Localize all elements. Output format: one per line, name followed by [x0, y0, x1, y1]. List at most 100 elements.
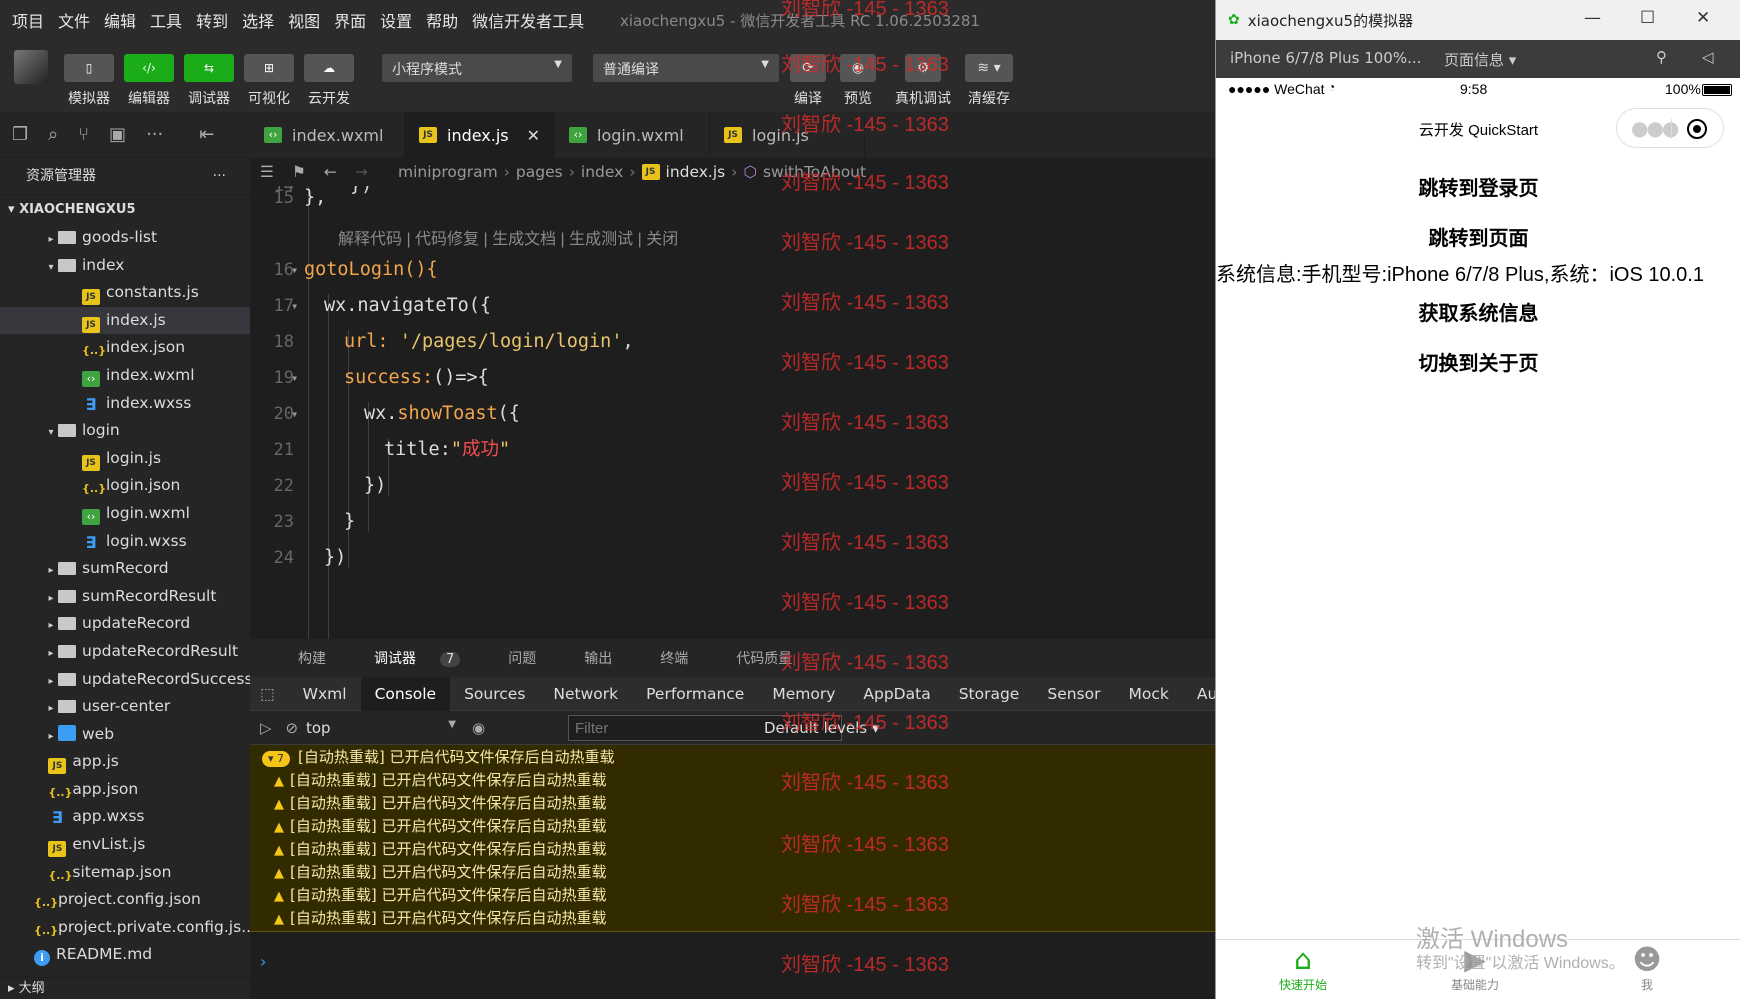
refresh-button[interactable]: ⟳: [790, 54, 826, 82]
devtools-tab-memory[interactable]: Memory: [758, 677, 849, 711]
tab-login-wxml[interactable]: ‹› login.wxml: [555, 112, 710, 158]
devtools-tab-sources[interactable]: Sources: [450, 677, 539, 711]
page-button[interactable]: 切换到关于页: [1216, 347, 1740, 376]
tree-file[interactable]: JS app.js: [0, 748, 250, 776]
console-prompt[interactable]: ›: [260, 952, 266, 971]
console-warning-row[interactable]: ▲ [自动热重载] 已开启代码文件保存后自动热重载: [250, 791, 1215, 817]
menu-item[interactable]: 选择: [242, 8, 274, 32]
tree-file[interactable]: {..}app.json: [0, 776, 250, 804]
tree-folder[interactable]: ▸ sumRecordResult: [0, 583, 250, 611]
menu-item[interactable]: 项目: [12, 8, 44, 32]
collapse-panel-icon[interactable]: ⇤: [199, 124, 214, 145]
pin-icon[interactable]: ⚲: [1656, 48, 1667, 66]
minimize-icon[interactable]: —: [1584, 8, 1601, 28]
chevron-down-icon[interactable]: ▾: [291, 286, 298, 326]
tree-file[interactable]: JS constants.js: [0, 279, 250, 307]
eye-button[interactable]: ◉: [840, 54, 876, 82]
console-warning-row[interactable]: ▲ [自动热重载] 已开启代码文件保存后自动热重载: [250, 837, 1215, 863]
tree-file[interactable]: ∃ index.wxss: [0, 390, 250, 418]
search-icon[interactable]: ⌕: [48, 124, 58, 145]
console-warning-row[interactable]: ▲ [自动热重载] 已开启代码文件保存后自动热重载: [250, 768, 1215, 794]
tree-folder[interactable]: ▸ goods-list: [0, 224, 250, 252]
panel-tab[interactable]: 终端: [636, 648, 688, 668]
devtools-tab-storage[interactable]: Storage: [945, 677, 1034, 711]
menu-item[interactable]: 编辑: [104, 8, 136, 32]
page-button[interactable]: 跳转到页面: [1216, 222, 1740, 251]
debug-toggle-button[interactable]: ⇆: [184, 54, 234, 82]
menu-item[interactable]: 设置: [380, 8, 412, 32]
tree-file[interactable]: JS login.js: [0, 445, 250, 473]
console-warning-row[interactable]: ▲ [自动热重载] 已开启代码文件保存后自动热重载: [250, 883, 1215, 909]
phone-toggle-button[interactable]: ▯: [64, 54, 114, 82]
close-icon[interactable]: ✕: [1696, 8, 1710, 28]
tab-bar-item[interactable]: ⌂ 快速开始: [1253, 944, 1353, 993]
tree-file[interactable]: JS index.js: [0, 306, 250, 335]
code-editor[interactable]: 14})15},16▾gotoLogin(){17▾wx.navigateTo(…: [250, 186, 1215, 639]
devtools-tab-console[interactable]: Console: [360, 676, 451, 711]
breadcrumb-item[interactable]: index: [581, 163, 623, 181]
outline-section[interactable]: ▸ 大纲: [0, 977, 250, 999]
menu-item[interactable]: 微信开发者工具: [472, 8, 584, 32]
page-info-select[interactable]: 页面信息 ▾: [1444, 49, 1516, 70]
tree-file[interactable]: {..}project.private.config.js...: [0, 914, 256, 942]
tab-index-wxml[interactable]: ‹› index.wxml: [250, 112, 405, 158]
maximize-icon[interactable]: ☐: [1640, 8, 1655, 28]
menu-item[interactable]: 工具: [150, 8, 182, 32]
tree-folder[interactable]: ▸ sumRecord: [0, 555, 250, 583]
tree-file[interactable]: JS envList.js: [0, 831, 250, 859]
volume-icon[interactable]: ◁: [1702, 48, 1714, 66]
panel-tab[interactable]: 输出: [560, 648, 612, 668]
panel-tab[interactable]: 构建: [274, 648, 326, 668]
project-root[interactable]: ▾ XIAOCHENGXU5: [0, 194, 250, 224]
device-select[interactable]: iPhone 6/7/8 Plus 100%...: [1230, 49, 1421, 67]
devtools-tab-sensor[interactable]: Sensor: [1033, 677, 1114, 711]
close-miniprogram-icon[interactable]: [1687, 119, 1707, 139]
tree-folder[interactable]: ▾ index: [0, 252, 250, 280]
tree-folder[interactable]: ▸ updateRecordResult: [0, 638, 250, 666]
layers-button[interactable]: ≋ ▾: [965, 54, 1013, 82]
bookmark-icon[interactable]: ⚑: [292, 163, 306, 181]
eye-toggle-icon[interactable]: ◉: [472, 719, 485, 737]
files-icon[interactable]: ❐: [12, 124, 28, 145]
tree-file[interactable]: ‹› login.wxml: [0, 500, 250, 528]
tree-file[interactable]: {..}sitemap.json: [0, 859, 250, 887]
git-branch-icon[interactable]: ⑂: [78, 124, 89, 145]
menu-item[interactable]: 界面: [334, 8, 366, 32]
tree-file[interactable]: {..}project.config.json: [0, 886, 250, 914]
breadcrumb-item[interactable]: pages: [516, 163, 563, 181]
layout-toggle-button[interactable]: ⊞: [244, 54, 294, 82]
devtools-tab-network[interactable]: Network: [539, 677, 632, 711]
chevron-down-icon[interactable]: ▾: [291, 250, 298, 290]
tab-index-js[interactable]: JS index.js ✕: [405, 112, 555, 158]
cloud-toggle-button[interactable]: ☁: [304, 54, 354, 82]
tree-file[interactable]: ▸ web: [0, 721, 250, 749]
mode-select[interactable]: 小程序模式 ▼: [382, 54, 572, 82]
tree-file[interactable]: ‹› index.wxml: [0, 362, 250, 390]
breadcrumb-item[interactable]: miniprogram: [398, 163, 498, 181]
page-button[interactable]: 获取系统信息: [1216, 297, 1740, 326]
more-icon[interactable]: ···: [146, 124, 163, 145]
tab-login-js[interactable]: JS login.js: [710, 112, 865, 158]
tree-folder[interactable]: ▸ updateRecord: [0, 610, 250, 638]
ai-codelens[interactable]: 解释代码 | 代码修复 | 生成文档 | 生成测试 | 关闭: [338, 225, 678, 249]
tree-file[interactable]: {..}index.json: [0, 334, 250, 362]
console-warning-row[interactable]: ▾ 7 [自动热重载] 已开启代码文件保存后自动热重载: [250, 745, 1215, 771]
tree-folder[interactable]: ▸ user-center: [0, 693, 250, 721]
menu-item[interactable]: 视图: [288, 8, 320, 32]
console-warning-row[interactable]: ▲ [自动热重载] 已开启代码文件保存后自动热重载: [250, 906, 1215, 932]
console-warning-row[interactable]: ▲ [自动热重载] 已开启代码文件保存后自动热重载: [250, 860, 1215, 886]
inspect-icon[interactable]: ⬚: [250, 685, 289, 703]
chevron-down-icon[interactable]: ▾: [291, 358, 298, 398]
bug-button[interactable]: ⚙: [905, 54, 941, 82]
debug-panel-icon[interactable]: ▣: [109, 124, 126, 145]
close-tab-icon[interactable]: ✕: [527, 126, 540, 145]
breadcrumb-item[interactable]: index.js: [666, 163, 726, 181]
devtools-tab-wxml[interactable]: Wxml: [289, 677, 361, 711]
chevron-down-icon[interactable]: ▾: [291, 394, 298, 434]
tree-file[interactable]: i README.md: [0, 941, 250, 969]
log-levels-select[interactable]: Default levels ▾: [764, 719, 879, 737]
tree-file[interactable]: {..}login.json: [0, 472, 250, 500]
sidebar-toggle-icon[interactable]: ▷: [260, 719, 272, 737]
code-toggle-button[interactable]: ‹/›: [124, 54, 174, 82]
devtools-tab-appdata[interactable]: AppData: [849, 677, 944, 711]
